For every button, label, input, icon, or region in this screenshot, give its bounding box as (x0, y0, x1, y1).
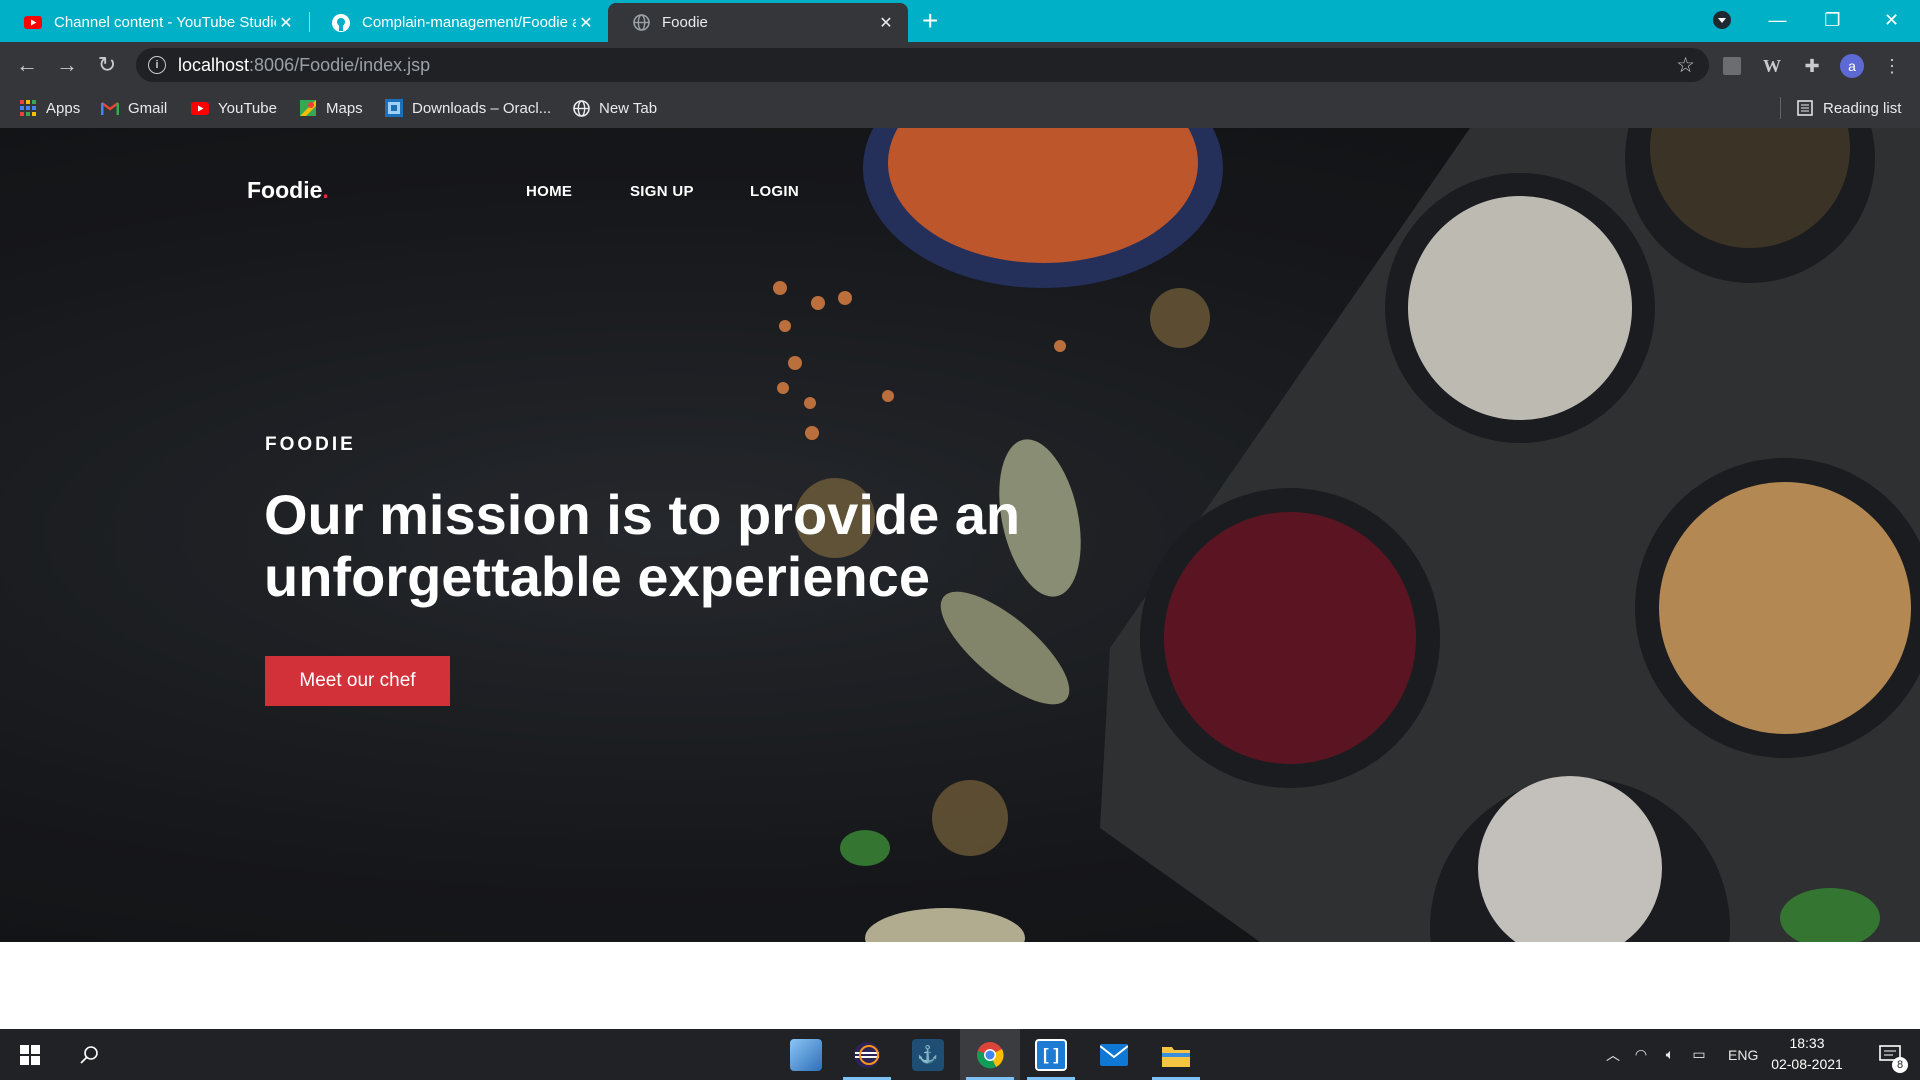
globe-icon (632, 14, 650, 32)
bookmark-label: Downloads – Oracl... (412, 99, 552, 117)
taskbar-app-mail[interactable] (1084, 1029, 1144, 1080)
bookmarks-bar: Apps Gmail YouTube Maps Downloads – Orac… (0, 88, 1920, 128)
search-button[interactable] (60, 1029, 120, 1080)
avatar[interactable]: a (1839, 53, 1865, 79)
hero-headline: Our mission is to provide an unforgettab… (264, 483, 1021, 608)
folder-icon (1160, 1039, 1192, 1071)
bookmark-label: Maps (326, 99, 363, 117)
start-button[interactable] (0, 1029, 60, 1080)
brand-dot: . (322, 177, 329, 203)
tab-title: Complain-management/Foodie at main (362, 14, 576, 31)
tab-title: Foodie (662, 14, 708, 31)
workbench-icon: ⚓ (912, 1038, 944, 1071)
wifi-icon[interactable]: ◠ (1626, 1046, 1656, 1063)
youtube-icon (190, 99, 210, 117)
computer-icon (790, 1038, 822, 1071)
restore-icon[interactable]: ❐ (1805, 0, 1860, 40)
chrome-icon (974, 1039, 1006, 1071)
clock-date: 02-08-2021 (1771, 1056, 1843, 1072)
taskbar-app-chrome[interactable] (960, 1029, 1020, 1080)
globe-icon (571, 99, 591, 117)
system-clock[interactable]: 18:33 02-08-2021 (1762, 1033, 1852, 1075)
bookmark-label: YouTube (218, 99, 277, 117)
tab-foodie[interactable]: Foodie ✕ (608, 3, 908, 42)
bookmark-apps[interactable]: Apps (18, 97, 80, 119)
url-host: localhost (178, 54, 250, 75)
more-menu-icon[interactable]: ⋮ (1879, 53, 1905, 79)
info-icon[interactable]: i (148, 56, 166, 74)
address-bar[interactable]: i localhost:8006/Foodie/index.jsp ☆ (136, 48, 1709, 82)
close-window-icon[interactable]: ✕ (1864, 0, 1919, 40)
close-tab-icon[interactable]: ✕ (276, 13, 296, 33)
notification-count-badge: 8 (1892, 1056, 1908, 1073)
system-tray: ︿ ◠ 🔈︎ ▭ ENG (1600, 1029, 1758, 1080)
youtube-icon (24, 14, 42, 32)
oracle-downloads-icon (384, 99, 404, 117)
bookmarks-divider (1780, 97, 1781, 119)
tray-overflow-chevron-up-icon[interactable]: ︿ (1600, 1045, 1626, 1065)
extensions-puzzle-icon[interactable]: ✚ (1799, 53, 1825, 79)
github-icon (332, 13, 350, 32)
reload-icon[interactable]: ↻ (92, 50, 122, 80)
bookmark-label: New Tab (599, 99, 658, 117)
tab-search-icon[interactable] (1694, 0, 1749, 40)
hero-section: Foodie. HOME SIGN UP LOGIN FOODIE Our mi… (0, 128, 1920, 942)
meet-our-chef-button[interactable]: Meet our chef (265, 656, 450, 706)
bookmark-star-icon[interactable]: ☆ (1676, 53, 1695, 78)
clock-time: 18:33 (1789, 1035, 1825, 1051)
mail-icon (1098, 1039, 1130, 1071)
reading-list-button[interactable]: Reading list (1795, 97, 1901, 119)
notifications-icon: 8 (1874, 1039, 1908, 1073)
browser-tabstrip: Channel content - YouTube Studio ✕ Compl… (0, 0, 1920, 42)
bookmark-maps[interactable]: Maps (298, 97, 363, 119)
hero-kicker: FOODIE (265, 434, 356, 455)
language-indicator[interactable]: ENG (1728, 1047, 1758, 1063)
close-tab-icon[interactable]: ✕ (876, 13, 896, 33)
gmail-icon (100, 99, 120, 117)
terminal-icon: [ ] (1035, 1038, 1067, 1071)
forward-icon[interactable]: → (52, 50, 82, 80)
nav-home[interactable]: HOME (526, 183, 572, 200)
taskbar-app-mysql-workbench[interactable]: ⚓ (898, 1029, 958, 1080)
new-tab-button[interactable]: + (922, 6, 938, 36)
taskbar-app-eclipse[interactable] (837, 1029, 897, 1080)
volume-icon[interactable]: 🔈︎ (1656, 1046, 1684, 1063)
profile-initial: a (1840, 54, 1864, 78)
bookmark-new-tab[interactable]: New Tab (571, 97, 657, 119)
browser-toolbar: ← → ↻ i localhost:8006/Foodie/index.jsp … (0, 42, 1920, 88)
extension-w-icon[interactable]: W (1759, 53, 1785, 79)
bookmark-youtube[interactable]: YouTube (190, 97, 277, 119)
back-icon[interactable]: ← (12, 50, 42, 80)
page-viewport: Foodie. HOME SIGN UP LOGIN FOODIE Our mi… (0, 128, 1920, 942)
brand-name: Foodie (247, 177, 323, 203)
battery-icon[interactable]: ▭ (1684, 1046, 1714, 1063)
extension-square-icon[interactable] (1719, 53, 1745, 79)
reading-list-icon (1795, 99, 1815, 117)
tab-github[interactable]: Complain-management/Foodie at main ✕ (308, 3, 608, 42)
action-center-button[interactable]: 8 (1865, 1029, 1915, 1080)
taskbar-app-network-explorer[interactable] (776, 1029, 836, 1080)
eclipse-icon (851, 1039, 883, 1071)
url-text: localhost:8006/Foodie/index.jsp (178, 55, 430, 76)
taskbar-app-file-explorer[interactable] (1146, 1029, 1206, 1080)
maps-icon (298, 99, 318, 117)
nav-sign-up[interactable]: SIGN UP (630, 183, 694, 200)
windows-taskbar: ⚓ [ ] ︿ ◠ 🔈︎ ▭ ENG 18:33 02-08-2021 8 (0, 1029, 1920, 1080)
bookmark-label: Apps (46, 99, 81, 117)
windows-logo-icon (14, 1039, 46, 1071)
bookmark-label: Gmail (128, 99, 168, 117)
tab-title: Channel content - YouTube Studio (54, 14, 276, 31)
nav-login[interactable]: LOGIN (750, 183, 799, 200)
bookmark-gmail[interactable]: Gmail (100, 97, 167, 119)
taskbar-app-terminal[interactable]: [ ] (1021, 1029, 1081, 1080)
bookmark-downloads-oracle[interactable]: Downloads – Oracl... (384, 97, 551, 119)
reading-list-label: Reading list (1823, 99, 1902, 117)
minimize-icon[interactable]: — (1750, 0, 1805, 40)
tab-youtube-studio[interactable]: Channel content - YouTube Studio ✕ (0, 3, 308, 42)
search-icon (74, 1039, 106, 1071)
apps-grid-icon (18, 99, 38, 117)
close-tab-icon[interactable]: ✕ (576, 13, 596, 33)
site-logo[interactable]: Foodie. (247, 177, 329, 204)
url-path: :8006/Foodie/index.jsp (249, 54, 431, 75)
